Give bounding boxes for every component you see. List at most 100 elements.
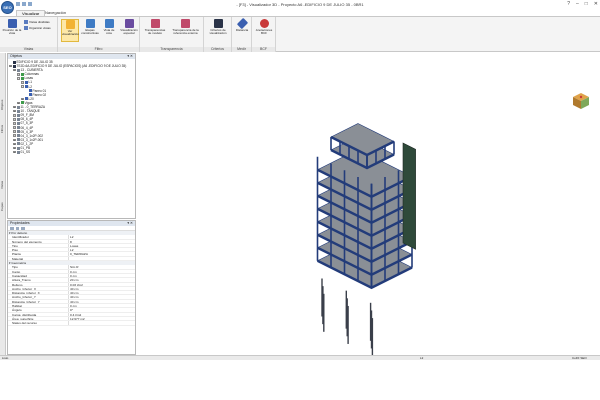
object-type-icon — [12, 64, 16, 68]
side-tab-filtros[interactable]: Filtros — [0, 119, 6, 139]
objects-panel-header: Objetos ▾ ✕ — [8, 54, 135, 59]
building-model[interactable] — [137, 53, 600, 357]
expand-toggle-icon[interactable]: + — [13, 114, 16, 117]
expand-toggle-icon[interactable]: + — [21, 97, 24, 100]
expand-toggle-icon[interactable]: + — [13, 134, 16, 137]
undo-icon[interactable] — [22, 2, 26, 6]
3d-viewport[interactable] — [137, 53, 600, 357]
expand-toggle-icon[interactable]: + — [13, 122, 16, 125]
property-value[interactable]: 40 cm — [68, 286, 135, 291]
expand-toggle-icon[interactable]: + — [13, 109, 16, 113]
special-view-button[interactable]: Visualización especial — [119, 19, 139, 36]
property-key: Identificador — [12, 235, 29, 239]
minimize-button[interactable]: – — [576, 1, 579, 7]
expand-toggle-icon[interactable]: + — [13, 105, 16, 109]
side-tab-objetos[interactable]: Objetos — [0, 93, 6, 117]
property-value[interactable]: 0 cm — [68, 269, 135, 273]
property-key: Hábitat — [12, 304, 22, 308]
object-type-icon — [16, 109, 20, 113]
view-cube-icon[interactable] — [572, 92, 590, 110]
expand-toggle-icon[interactable]: + — [17, 73, 20, 76]
close-button[interactable]: ✕ — [594, 1, 598, 7]
object-type-icon — [16, 117, 20, 121]
property-value[interactable]: 12.977 m2 — [68, 316, 135, 321]
transparency-icon — [150, 19, 160, 28]
expand-toggle-icon[interactable]: + — [13, 130, 16, 133]
property-row[interactable]: Status del recurso — [8, 321, 135, 326]
property-value[interactable] — [68, 256, 135, 261]
object-type-icon — [16, 142, 20, 146]
object-type-icon — [12, 60, 16, 64]
expand-toggle-icon[interactable]: + — [21, 81, 24, 84]
object-type-icon — [28, 89, 32, 93]
property-value[interactable]: L2 — [68, 235, 135, 239]
property-key: Tipo — [12, 265, 18, 269]
tree-item-label: L2 — [28, 84, 33, 89]
properties-icon[interactable] — [21, 226, 25, 230]
model-transparency-button[interactable]: Transparencias de modelo — [143, 19, 167, 36]
property-value[interactable] — [68, 321, 135, 325]
property-value[interactable]: L2 — [68, 248, 135, 252]
expand-toggle-icon[interactable]: - — [21, 85, 24, 88]
panel-close-icon[interactable]: ▾ ✕ — [127, 54, 133, 59]
app-logo[interactable]: SEO — [1, 1, 14, 14]
property-value[interactable]: 0 cm — [68, 273, 135, 278]
expand-toggle-icon[interactable]: + — [13, 142, 16, 146]
property-key: Piso — [12, 248, 19, 252]
property-value[interactable]: 8 — [68, 239, 135, 243]
property-value[interactable]: 0.4 t/m2 — [68, 312, 135, 316]
arrange-views-button[interactable]: Organizar vistas — [24, 26, 51, 30]
property-value[interactable]: 0 cm — [68, 304, 135, 308]
property-value[interactable]: 40 cm — [68, 295, 135, 299]
external-ref-transparency-button[interactable]: Transparencia de la referencia externa — [169, 19, 202, 36]
object-type-icon — [24, 97, 28, 101]
ext-ref-icon — [181, 19, 190, 28]
maximize-button[interactable]: □ — [585, 1, 588, 7]
sort-category-icon[interactable] — [10, 226, 14, 230]
expand-toggle-icon[interactable]: + — [13, 146, 16, 150]
redo-icon[interactable] — [28, 2, 32, 6]
title-bar: - [F3] - Visualizador 3D - Proyecto A6 -… — [0, 0, 600, 10]
sort-alpha-icon[interactable] — [15, 226, 19, 230]
bcf-annotations-button[interactable]: Anotaciones BCF — [253, 19, 275, 36]
stages-icon — [85, 19, 95, 28]
visualization-criteria-button[interactable]: Criterios de visualización — [206, 19, 230, 36]
expand-toggle-icon[interactable]: + — [13, 150, 16, 154]
property-value[interactable]: 40 cm — [68, 291, 135, 295]
property-key: Ancho_Inferior_X — [12, 286, 36, 291]
property-value[interactable]: 0° — [68, 308, 135, 312]
ribbon-group-vistas: Posición de la vista Vistas divididas Or… — [0, 17, 58, 52]
expand-toggle-icon[interactable]: - — [9, 64, 12, 68]
expand-toggle-icon[interactable]: - — [13, 68, 16, 72]
panel-close-icon[interactable]: ▾ ✕ — [127, 221, 133, 226]
split-views-button[interactable]: Vistas divididas — [24, 20, 50, 24]
distance-button[interactable]: Distancia — [233, 17, 251, 32]
side-tab-capas[interactable]: Capas — [0, 197, 6, 217]
property-key: Número del elemento — [12, 239, 42, 243]
property-value[interactable]: Sim R — [68, 265, 135, 269]
expand-toggle-icon[interactable]: + — [13, 126, 16, 129]
construction-stages-button[interactable]: Etapas constructivas — [81, 19, 99, 36]
property-key: Canto — [12, 269, 21, 273]
expand-toggle-icon[interactable]: - — [17, 77, 20, 80]
expand-toggle-icon[interactable]: + — [13, 118, 16, 121]
property-value[interactable]: 40 cm — [68, 299, 135, 304]
property-value[interactable]: 0.03 t/m2 — [68, 282, 135, 286]
core-wall — [402, 142, 416, 250]
elevation-view-button[interactable]: Vista de cota — [101, 19, 117, 36]
object-tree: EDIFICIO 9 DE JULIO 35- TEJD-6A-EDIFICIO … — [8, 59, 135, 155]
view-position-button[interactable]: Posición de la vista — [2, 19, 22, 36]
help-button[interactable]: ? — [567, 1, 570, 7]
expand-toggle-icon[interactable]: + — [17, 101, 20, 105]
expand-toggle-icon[interactable]: + — [13, 138, 16, 141]
property-value[interactable]: 20 cm — [68, 278, 135, 282]
property-value[interactable]: Losas — [68, 243, 135, 248]
save-icon[interactable] — [16, 2, 20, 6]
property-key: Distancia_Inferior_Y — [12, 299, 40, 304]
bcf-icon — [259, 19, 269, 28]
property-value[interactable]: 0_TERRAZA — [68, 252, 135, 256]
tree-item[interactable]: +01_SS — [9, 150, 134, 154]
side-tab-vistas[interactable]: Vistas — [0, 175, 6, 195]
group-label: Transparencia — [140, 47, 203, 52]
view-visualization-button[interactable]: Ver visualización — [61, 19, 79, 42]
